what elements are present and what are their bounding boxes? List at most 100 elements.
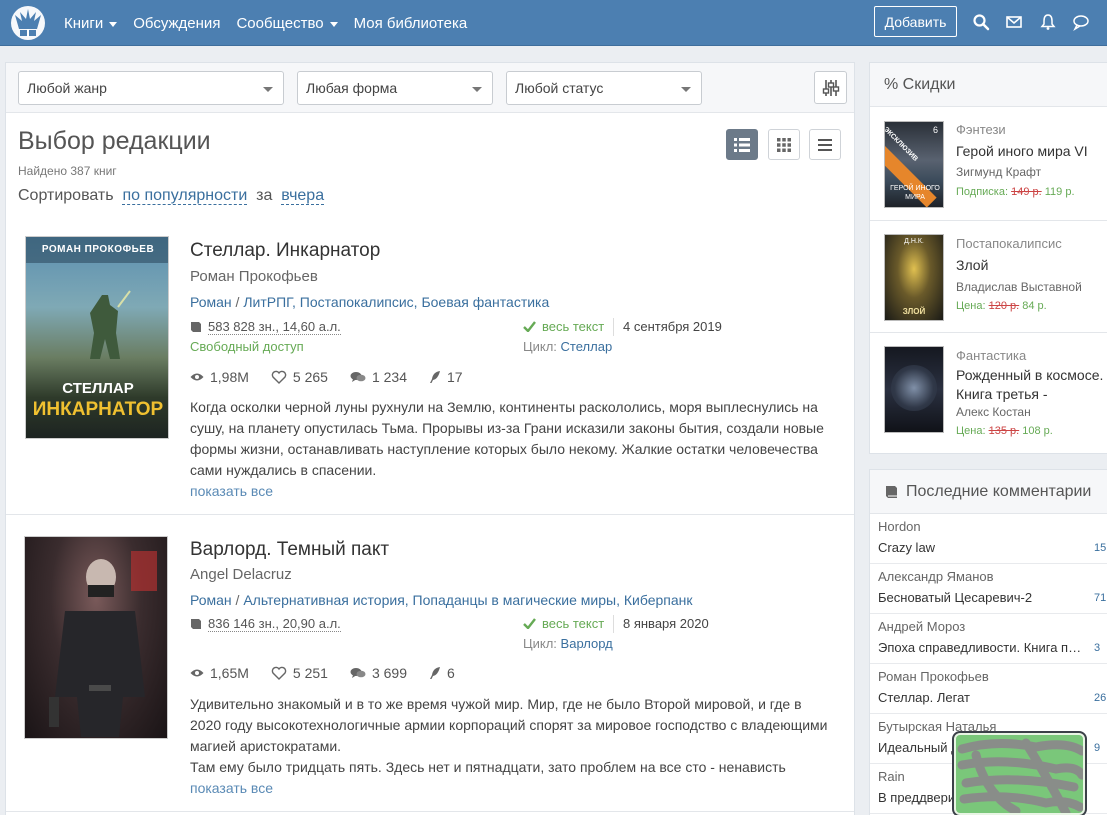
chevron-down-icon bbox=[263, 87, 273, 92]
comments-stat[interactable]: 1 234 bbox=[350, 369, 407, 385]
view-compact-list-button[interactable] bbox=[809, 129, 841, 160]
new-price: 119 р. bbox=[1044, 186, 1075, 198]
page-title: Выбор редакции bbox=[18, 127, 211, 155]
comment-book-link[interactable]: Эпоха справедливости. Книга п… bbox=[878, 640, 1088, 655]
comment-item[interactable]: Роман Прокофьев Стеллар. Легат 26 bbox=[870, 664, 1107, 714]
status-select[interactable]: Любой статус bbox=[506, 71, 702, 105]
comment-user: Hordon bbox=[878, 519, 921, 534]
nav-community[interactable]: Сообщество bbox=[236, 14, 338, 32]
comments-count: 1 234 bbox=[371, 369, 408, 385]
feather-icon bbox=[430, 371, 441, 383]
sliders-icon bbox=[822, 79, 839, 96]
book-icon bbox=[191, 619, 201, 629]
view-grid-button[interactable] bbox=[768, 129, 800, 160]
book-genres: Роман / ЛитРПГ, Постапокалипсис, Боевая … bbox=[190, 294, 549, 310]
price-label: Цена: bbox=[956, 425, 986, 437]
chat-icon[interactable] bbox=[1072, 13, 1090, 31]
text-status: весь текст bbox=[523, 616, 604, 631]
deal-cover[interactable] bbox=[884, 346, 944, 433]
comments-stat[interactable]: 3 699 bbox=[350, 665, 407, 681]
deal-author: Владислав Выставной bbox=[956, 280, 1082, 294]
deal-author: Зигмунд Крафт bbox=[956, 165, 1042, 179]
book-description: Удивительно знакомый и в то же время чуж… bbox=[190, 696, 828, 754]
genre-list-link[interactable]: ЛитРПГ, Постапокалипсис, Боевая фантасти… bbox=[243, 294, 549, 310]
comment-user: Андрей Мороз bbox=[878, 619, 966, 634]
comment-book-link[interactable]: Стеллар. Легат bbox=[878, 690, 1088, 705]
book-cycle: Цикл: Варлорд bbox=[523, 636, 613, 651]
rewards-stat: 6 bbox=[429, 665, 455, 681]
book-author-link[interactable]: Роман Прокофьев bbox=[190, 268, 318, 285]
access-status: Свободный доступ bbox=[190, 339, 304, 354]
divider bbox=[6, 811, 854, 812]
comments-heading: Последние комментарии bbox=[870, 470, 1107, 514]
deal-title-link[interactable]: Герой иного мира VI bbox=[956, 142, 1106, 161]
deal-genre: Фэнтези bbox=[956, 122, 1006, 137]
cycle-label: Цикл: bbox=[523, 636, 557, 651]
nav-community-label: Сообщество bbox=[236, 14, 324, 32]
price-label: Цена: bbox=[956, 300, 986, 312]
likes-count: 5 251 bbox=[292, 665, 328, 681]
book-title-link[interactable]: Стеллар. Инкарнатор bbox=[190, 240, 380, 262]
advanced-filter-button[interactable] bbox=[814, 71, 847, 104]
show-more-link[interactable]: показать все bbox=[190, 483, 273, 499]
mail-icon[interactable] bbox=[1005, 13, 1023, 31]
comment-book-link[interactable]: Бесноватый Цесаревич-2 bbox=[878, 590, 1088, 605]
cover-text: ГЕРОЙ ИНОГО МИРА bbox=[890, 185, 940, 201]
comment-item[interactable]: Андрей Мороз Эпоха справедливости. Книга … bbox=[870, 614, 1107, 664]
nav-books-label: Книги bbox=[64, 14, 104, 32]
deal-cover[interactable]: ЭКСКЛЮЗИВ 6 ГЕРОЙ ИНОГО МИРА bbox=[884, 121, 944, 208]
site-logo-icon[interactable] bbox=[9, 4, 47, 42]
cycle-link[interactable]: Варлорд bbox=[561, 636, 613, 651]
view-list-detailed-button[interactable] bbox=[726, 129, 758, 160]
size-sheets: 14,60 а.л. bbox=[282, 319, 341, 334]
cycle-link[interactable]: Стеллар bbox=[561, 339, 613, 354]
deal-title-link[interactable]: Рожденный в космосе. Книга третья - Втор… bbox=[956, 366, 1106, 404]
book-author-link[interactable]: Angel Delacruz bbox=[190, 566, 292, 583]
comment-user: Бутырская Наталья bbox=[878, 719, 997, 734]
list-icon bbox=[818, 138, 832, 151]
bell-icon[interactable] bbox=[1039, 13, 1057, 31]
views-stat: 1,65M bbox=[190, 665, 249, 681]
book-size: 836 146 зн., 20,90 а.л. bbox=[190, 616, 341, 632]
views-stat: 1,98M bbox=[190, 369, 249, 385]
chevron-down-icon bbox=[681, 87, 691, 92]
chevron-down-icon bbox=[109, 21, 118, 27]
deal-item[interactable]: Фантастика Рожденный в космосе. Книга тр… bbox=[870, 332, 1107, 444]
search-icon[interactable] bbox=[972, 13, 990, 31]
nav-my-library[interactable]: Моя библиотека bbox=[354, 15, 468, 32]
deal-item[interactable]: Д.Н.К. ЗЛОЙ Постапокалипсис Злой Владисл… bbox=[870, 220, 1107, 332]
genre-separator: / bbox=[231, 294, 244, 310]
deals-panel: % Скидки ЭКСКЛЮЗИВ 6 ГЕРОЙ ИНОГО МИРА Фэ… bbox=[869, 62, 1107, 454]
deal-price: Цена: 135 р. 108 р. bbox=[956, 425, 1053, 437]
views-count: 1,65M bbox=[210, 665, 249, 681]
add-button[interactable]: Добавить bbox=[874, 6, 957, 37]
genre-link[interactable]: Роман bbox=[190, 592, 232, 608]
deal-genre: Фантастика bbox=[956, 348, 1027, 363]
rewards-count: 17 bbox=[447, 369, 463, 385]
comment-count: 15 bbox=[1094, 542, 1107, 554]
floating-widget[interactable] bbox=[954, 733, 1085, 815]
show-more-link[interactable]: показать все bbox=[190, 780, 273, 796]
nav-my-library-label: Моя библиотека bbox=[353, 14, 468, 32]
likes-stat[interactable]: 5 251 bbox=[271, 665, 328, 681]
book-cover[interactable]: РОМАН ПРОКОФЬЕВ СТЕЛЛАР ИНКАРНАТОР bbox=[25, 236, 169, 439]
genre-link[interactable]: Роман bbox=[190, 294, 232, 310]
sort-by-dropdown[interactable]: по популярности bbox=[122, 187, 248, 205]
nav-discussions[interactable]: Обсуждения bbox=[133, 15, 220, 32]
deal-item[interactable]: ЭКСКЛЮЗИВ 6 ГЕРОЙ ИНОГО МИРА Фэнтези Гер… bbox=[870, 107, 1107, 219]
genre-list-link[interactable]: Альтернативная история, Попаданцы в маги… bbox=[243, 592, 692, 608]
new-price: 84 р. bbox=[1022, 300, 1047, 312]
sort-period-dropdown[interactable]: вчера bbox=[281, 187, 325, 205]
text-status-label: весь текст bbox=[542, 616, 605, 631]
nav-books[interactable]: Книги bbox=[64, 14, 118, 32]
deal-title-link[interactable]: Злой bbox=[956, 256, 1106, 275]
genre-select[interactable]: Любой жанр bbox=[18, 71, 284, 105]
book-cover[interactable] bbox=[24, 536, 168, 739]
form-select[interactable]: Любая форма bbox=[297, 71, 493, 105]
book-title-link[interactable]: Варлорд. Темный пакт bbox=[190, 539, 389, 561]
comment-book-link[interactable]: Crazy law bbox=[878, 540, 1088, 555]
comment-item[interactable]: Hordon Crazy law 15 bbox=[870, 514, 1107, 564]
comment-item[interactable]: Александр Яманов Бесноватый Цесаревич-2 71 bbox=[870, 564, 1107, 614]
deal-cover[interactable]: Д.Н.К. ЗЛОЙ bbox=[884, 234, 944, 321]
likes-stat[interactable]: 5 265 bbox=[271, 369, 328, 385]
